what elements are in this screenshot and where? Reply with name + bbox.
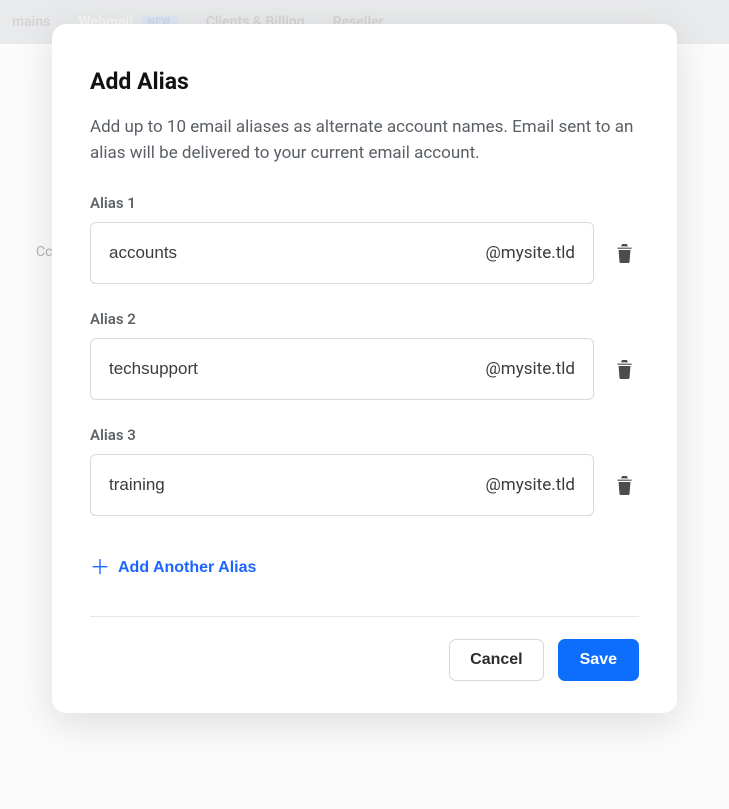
alias-field: @mysite.tld xyxy=(90,338,594,400)
alias-label: Alias 1 xyxy=(90,194,639,212)
alias-field: @mysite.tld xyxy=(90,222,594,284)
trash-icon xyxy=(616,244,633,263)
alias-row: @mysite.tld xyxy=(90,338,639,400)
delete-alias-button[interactable] xyxy=(610,238,639,269)
delete-alias-button[interactable] xyxy=(610,470,639,501)
alias-input[interactable] xyxy=(109,243,486,263)
alias-label: Alias 2 xyxy=(90,310,639,328)
add-another-alias-button[interactable]: ＋ Add Another Alias xyxy=(90,552,256,584)
alias-input[interactable] xyxy=(109,359,486,379)
save-button[interactable]: Save xyxy=(558,639,639,681)
alias-field: @mysite.tld xyxy=(90,454,594,516)
alias-input[interactable] xyxy=(109,475,486,495)
alias-domain: @mysite.tld xyxy=(486,243,575,263)
alias-row: @mysite.tld xyxy=(90,454,639,516)
cancel-button[interactable]: Cancel xyxy=(449,639,543,681)
add-alias-modal: Add Alias Add up to 10 email aliases as … xyxy=(52,24,677,713)
add-another-label: Add Another Alias xyxy=(118,559,256,577)
trash-icon xyxy=(616,476,633,495)
alias-block: Alias 1 @mysite.tld xyxy=(90,194,639,284)
plus-icon: ＋ xyxy=(90,558,110,578)
modal-description: Add up to 10 email aliases as alternate … xyxy=(90,115,639,166)
alias-label: Alias 3 xyxy=(90,426,639,444)
alias-row: @mysite.tld xyxy=(90,222,639,284)
alias-block: Alias 3 @mysite.tld xyxy=(90,426,639,516)
alias-block: Alias 2 @mysite.tld xyxy=(90,310,639,400)
modal-divider xyxy=(90,616,639,617)
alias-domain: @mysite.tld xyxy=(486,475,575,495)
modal-title: Add Alias xyxy=(90,68,639,95)
modal-footer: Cancel Save xyxy=(90,639,639,681)
delete-alias-button[interactable] xyxy=(610,354,639,385)
trash-icon xyxy=(616,360,633,379)
alias-domain: @mysite.tld xyxy=(486,359,575,379)
